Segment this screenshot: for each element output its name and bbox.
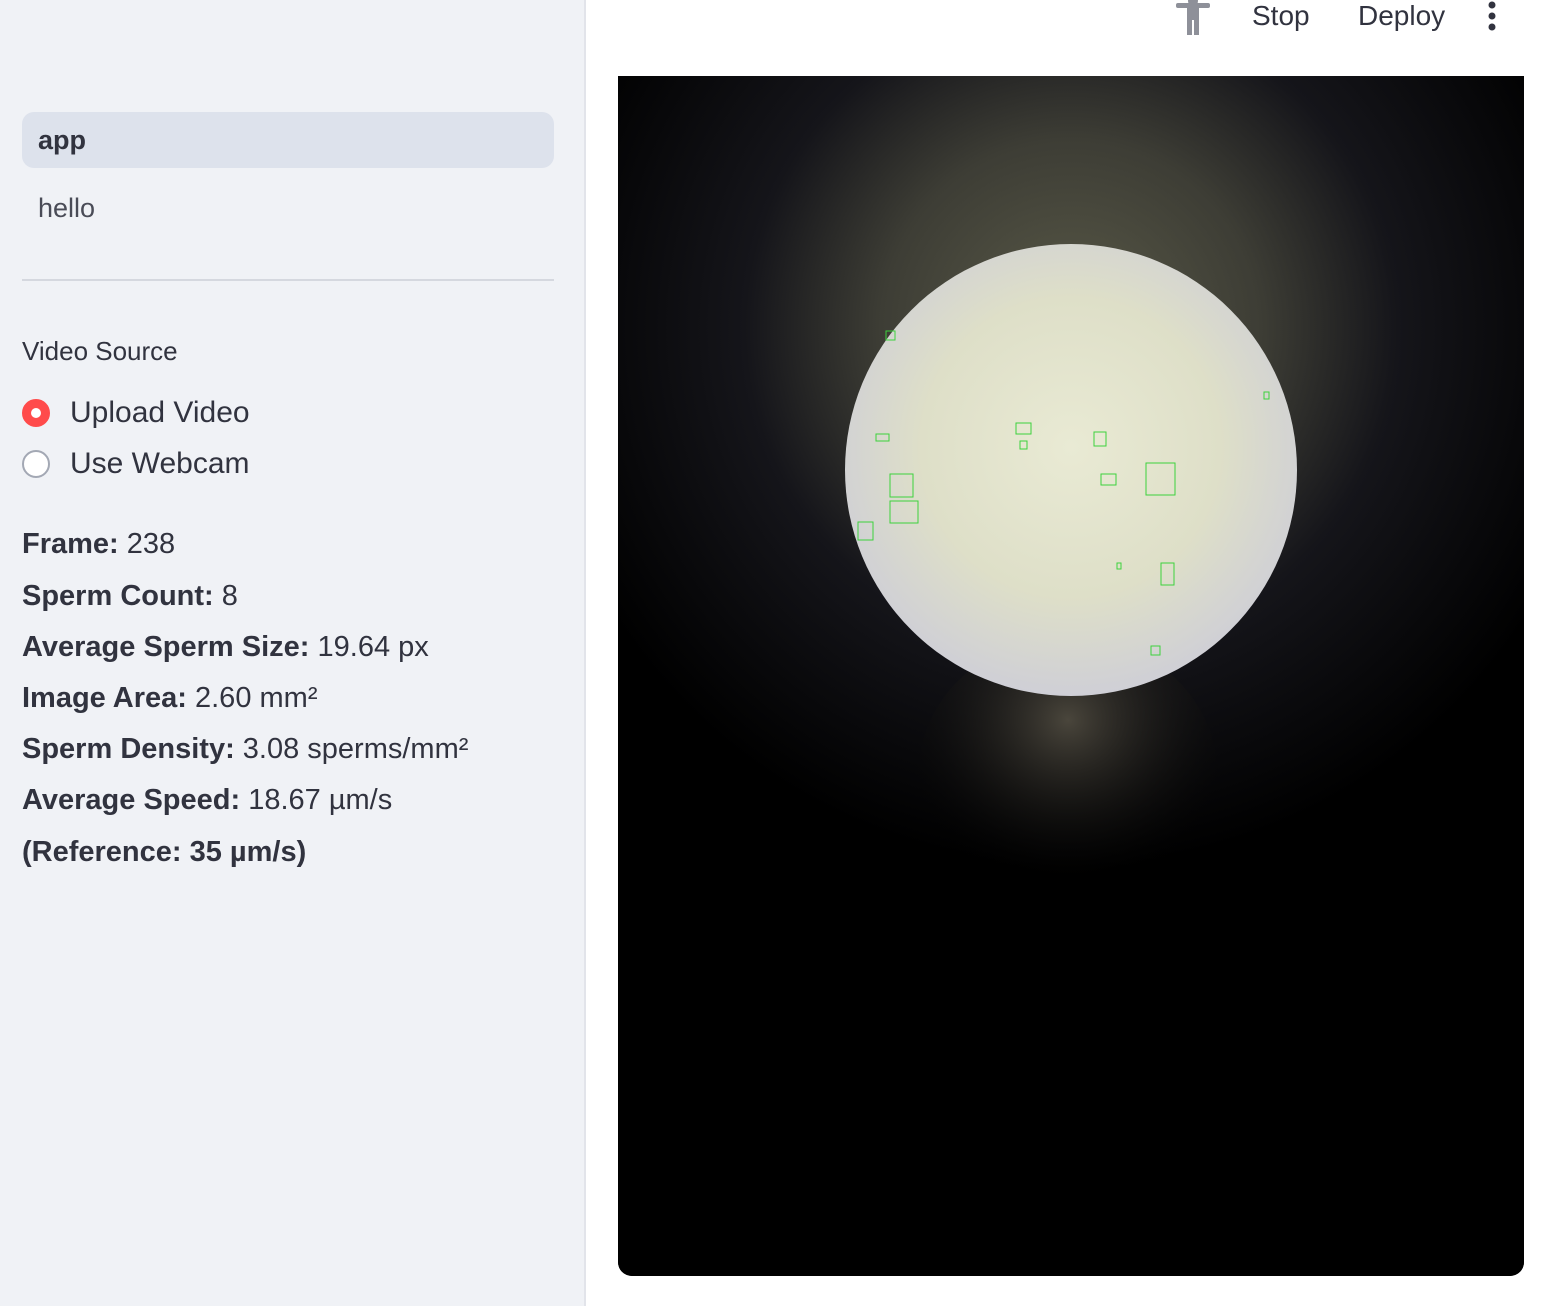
video-source-label: Video Source [22,336,178,366]
sidebar: app hello Video Source Upload Video Use … [0,0,586,1306]
app-header: Stop Deploy [588,0,1546,40]
radio-use-webcam[interactable]: Use Webcam [22,444,250,484]
radio-label: Use Webcam [70,447,250,480]
running-person-icon [1172,0,1214,45]
nav-item-label: hello [38,193,96,223]
stat-sperm-count: Sperm Count: 8 [22,580,238,613]
stat-sperm-density: Sperm Density: 3.08 sperms/mm² [22,733,468,766]
radio-checked-icon [22,399,50,427]
radio-unchecked-icon [22,450,50,478]
nav-item-app[interactable]: app [22,112,554,168]
stat-label: Frame: [22,528,119,560]
radio-upload-video[interactable]: Upload Video [22,393,250,433]
stat-label: Average Speed: [22,784,241,816]
stat-value: 8 [221,580,238,612]
stat-frame: Frame: 238 [22,528,175,561]
deploy-button[interactable]: Deploy [1358,0,1445,32]
stat-label: Sperm Density: [22,733,235,765]
stat-value: 238 [126,528,176,560]
nav-item-label: app [38,125,87,155]
sidebar-divider [22,279,554,281]
illuminated-field [845,244,1297,696]
stat-value: 3.08 sperms/mm² [242,733,469,765]
stat-reference-speed: (Reference: 35 µm/s) [22,836,306,869]
stat-value: 2.60 mm² [195,682,318,714]
stat-value: 18.67 µm/s [248,784,393,816]
stop-button[interactable]: Stop [1252,0,1310,32]
stat-label: Image Area: [22,682,187,714]
kebab-menu-icon[interactable] [1480,0,1504,41]
microscope-view-image [618,76,1524,1276]
stat-average-sperm-size: Average Sperm Size: 19.64 px [22,631,429,664]
video-frame [618,76,1524,1276]
stat-average-speed: Average Speed: 18.67 µm/s [22,784,392,817]
stat-value: 19.64 px [317,631,429,663]
nav-item-hello[interactable]: hello [22,180,554,236]
stat-label: Sperm Count: [22,580,214,612]
radio-label: Upload Video [70,396,250,429]
stat-label: (Reference: 35 µm/s) [22,836,307,868]
stat-image-area: Image Area: 2.60 mm² [22,682,317,715]
stat-label: Average Sperm Size: [22,631,310,663]
